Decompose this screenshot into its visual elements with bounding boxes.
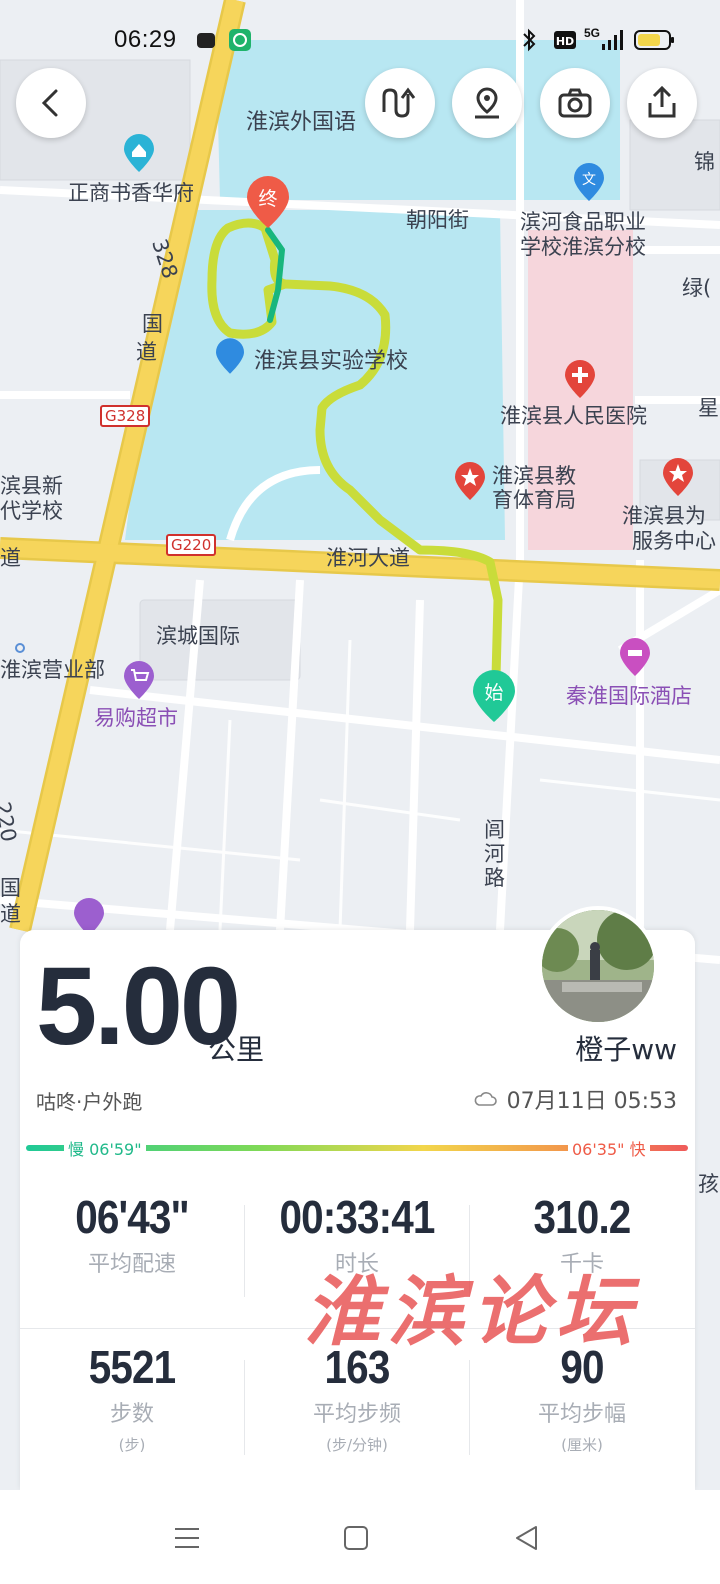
road-shield: G328: [100, 405, 151, 427]
home-icon[interactable]: [342, 1524, 370, 1552]
poi-label: 锦: [694, 150, 715, 174]
pace-fast-label: 06'35" 快: [568, 1136, 650, 1160]
back-icon: [41, 89, 58, 117]
start-marker-label: 始: [484, 682, 504, 704]
stat-label: 平均步幅: [537, 1402, 626, 1427]
bluetooth-icon: [523, 28, 536, 52]
stat-value: 5521: [88, 1341, 176, 1393]
street-label: 路: [484, 866, 505, 890]
camera-button[interactable]: [540, 68, 610, 138]
poi-label: 秦淮国际酒店: [566, 684, 692, 708]
app-notification-icon: [229, 29, 251, 51]
poi-label: 星: [698, 396, 719, 420]
stat-unit: (步/分钟): [326, 1436, 388, 1454]
stat-steps: 5521 步数 (步): [20, 1340, 244, 1455]
poi-label: 孩: [698, 1172, 719, 1196]
route-icon: [382, 87, 416, 118]
menu-icon[interactable]: [172, 1524, 202, 1552]
poi-label: 绿(: [682, 276, 712, 300]
poi-label: 易购超市: [94, 706, 178, 730]
distance-unit: 公里: [208, 1033, 265, 1066]
status-bar: 06:29 HD 5G: [0, 0, 720, 80]
poi-label: 淮滨县人民医院: [500, 404, 647, 428]
poi-label: 代学校: [0, 499, 63, 523]
hd-icon: HD: [554, 31, 576, 49]
share-button[interactable]: [627, 68, 697, 138]
stat-value: 06'43": [75, 1191, 189, 1243]
route-button[interactable]: [365, 68, 435, 138]
stat-unit: (步): [118, 1436, 146, 1454]
system-nav-bar: [0, 1490, 720, 1584]
game-app-icon: [197, 33, 215, 48]
government-icon: [455, 462, 485, 500]
school-icon: 文: [574, 163, 604, 201]
location-button[interactable]: [452, 68, 522, 138]
summary-card: 5.00 公里 橙子ww 咕咚·户外跑 07月11日 05:53 慢 06'59…: [20, 906, 695, 1490]
stat-label: 平均配速: [87, 1252, 176, 1277]
end-marker[interactable]: 终: [247, 176, 289, 228]
poi-label: 服务中心: [632, 529, 716, 553]
avatar-photo: [542, 910, 654, 1022]
stat-label: 步数: [109, 1402, 154, 1427]
svg-text:文: 文: [582, 172, 596, 188]
poi-label: 滨城国际: [156, 624, 240, 648]
poi-label: 正商书香华府: [68, 181, 194, 205]
hospital-icon: [565, 360, 595, 398]
stat-label: 平均步频: [312, 1402, 401, 1427]
end-marker-label: 终: [258, 188, 278, 210]
street-label: 淮河大道: [326, 546, 410, 570]
share-icon: [648, 85, 676, 118]
poi-label: 淮滨外国语: [246, 110, 357, 135]
road-shield: G220: [166, 534, 217, 556]
avatar[interactable]: [538, 906, 658, 1026]
datetime-text: 07月11日 05:53: [506, 1089, 677, 1114]
status-time: 06:29: [114, 26, 177, 53]
start-marker[interactable]: 始: [473, 670, 515, 722]
user-name: 橙子ww: [575, 1033, 677, 1066]
back-triangle-icon[interactable]: [512, 1524, 542, 1552]
government-icon: [663, 458, 693, 496]
stat-avg-pace: 06'43" 平均配速: [20, 1190, 244, 1278]
shopping-cart-icon: [124, 661, 154, 699]
activity-source: 咕咚·户外跑: [36, 1090, 143, 1114]
poi-label: 淮滨县实验学校: [254, 349, 409, 374]
hotel-icon: [620, 638, 650, 676]
stat-value: 310.2: [533, 1191, 632, 1243]
divider: [244, 1205, 245, 1297]
school-icon: [216, 338, 244, 374]
activity-datetime: 07月11日 05:53: [473, 1083, 677, 1115]
back-button[interactable]: [16, 68, 86, 138]
location-dot-icon: [15, 643, 25, 653]
pace-slow-label: 慢 06'59": [64, 1136, 146, 1160]
poi-label: 淮滨营业部: [0, 658, 105, 682]
svg-text:HD: HD: [556, 35, 574, 48]
poi-label: 育体育局: [492, 488, 576, 512]
divider: [244, 1360, 245, 1455]
road-label: 道: [136, 340, 157, 364]
network-type: 5G: [584, 26, 601, 40]
street-label: 道: [0, 546, 21, 570]
camera-icon: [558, 88, 592, 118]
stat-value: 00:33:41: [279, 1191, 435, 1243]
battery-icon: [634, 30, 674, 50]
cloud-icon: [474, 1092, 497, 1106]
forum-watermark: 淮滨论坛: [304, 1267, 640, 1356]
divider: [469, 1360, 470, 1455]
street-label: 朝阳街: [406, 208, 469, 232]
road-label: 道: [0, 902, 21, 926]
signal-icon: [602, 30, 623, 50]
location-pin-icon: [475, 87, 499, 119]
poi-label: 学校淮滨分校: [520, 235, 646, 259]
road-label: 国: [142, 312, 163, 336]
stat-unit: (厘米): [561, 1436, 603, 1454]
house-icon: [124, 134, 154, 172]
